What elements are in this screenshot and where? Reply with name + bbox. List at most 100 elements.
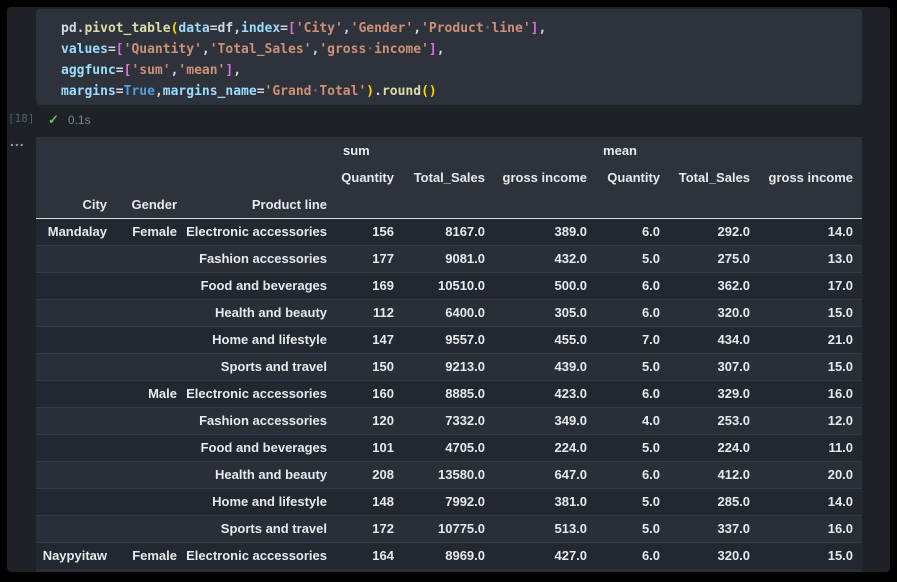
value-cell: 8167.0 xyxy=(403,218,494,245)
value-cell: 5.0 xyxy=(596,245,669,272)
code-line: pd.pivot_table(data=df,index=['City','Ge… xyxy=(61,18,854,39)
pivot-table-header: sum mean Quantity Total_Sales gross inco… xyxy=(36,137,862,218)
column-header-grossincome-mean: gross income xyxy=(759,164,862,191)
execution-count: [18] xyxy=(8,112,35,125)
product-cell: Health and beauty xyxy=(186,299,336,326)
product-cell: Food and beverages xyxy=(186,272,336,299)
city-cell xyxy=(36,326,116,353)
value-cell: 4.0 xyxy=(596,407,669,434)
table-row: Food and beverages1014705.0224.05.0224.0… xyxy=(36,434,862,461)
value-cell: 5.0 xyxy=(596,515,669,542)
gender-cell xyxy=(116,407,186,434)
table-row: Health and beauty1126400.0305.06.0320.01… xyxy=(36,299,862,326)
value-cell: 101 xyxy=(336,434,403,461)
value-cell: 513.0 xyxy=(494,515,596,542)
value-cell: 9081.0 xyxy=(403,245,494,272)
value-cell: 224.0 xyxy=(669,434,759,461)
value-cell: 412.0 xyxy=(669,461,759,488)
value-cell: 349.0 xyxy=(494,407,596,434)
index-header-productline: Product line xyxy=(186,191,336,218)
value-cell: 6.0 xyxy=(596,461,669,488)
product-cell: Electronic accessories xyxy=(186,542,336,569)
value-cell: 285.0 xyxy=(669,488,759,515)
table-row: Fashion accessories1207332.0349.04.0253.… xyxy=(36,407,862,434)
value-cell: 500.0 xyxy=(494,272,596,299)
table-row: NaypyitawFemaleElectronic accessories164… xyxy=(36,542,862,569)
value-cell: 150 xyxy=(336,353,403,380)
value-cell: 10510.0 xyxy=(403,272,494,299)
value-cell: 17.0 xyxy=(759,272,862,299)
agg-group-sum-header: sum xyxy=(336,137,596,164)
notebook-frame: pd.pivot_table(data=df,index=['City','Ge… xyxy=(7,7,890,572)
value-cell: 12.0 xyxy=(759,407,862,434)
value-cell: 164 xyxy=(336,542,403,569)
value-cell: 5.0 xyxy=(596,434,669,461)
table-row: Home and lifestyle1487992.0381.05.0285.0… xyxy=(36,488,862,515)
index-header-gender: Gender xyxy=(116,191,186,218)
value-cell: 14.0 xyxy=(759,488,862,515)
value-cell: 329.0 xyxy=(669,380,759,407)
output-ellipsis-icon[interactable]: ... xyxy=(10,133,25,149)
code-lines: pd.pivot_table(data=df,index=['City','Ge… xyxy=(36,9,862,105)
index-header-city: City xyxy=(36,191,116,218)
code-line: values=['Quantity','Total_Sales','gross·… xyxy=(61,39,854,60)
header-spacer xyxy=(36,164,336,191)
value-cell: 160 xyxy=(336,380,403,407)
value-cell: 6400.0 xyxy=(403,299,494,326)
city-cell xyxy=(36,407,116,434)
table-row: Fashion accessories1779081.0432.05.0275.… xyxy=(36,245,862,272)
city-cell xyxy=(36,515,116,542)
value-cell: 13.0 xyxy=(759,245,862,272)
table-row: Food and beverages16910510.0500.06.0362.… xyxy=(36,272,862,299)
value-cell: 9213.0 xyxy=(403,353,494,380)
value-cell: 8885.0 xyxy=(403,380,494,407)
value-cell: 120 xyxy=(336,407,403,434)
value-cell: 432.0 xyxy=(494,245,596,272)
value-cell: 275.0 xyxy=(669,245,759,272)
success-check-icon: ✓ xyxy=(48,112,59,128)
value-cell: 6.0 xyxy=(596,272,669,299)
gender-cell xyxy=(116,272,186,299)
value-cell: 253.0 xyxy=(669,407,759,434)
value-cell: 6.0 xyxy=(596,299,669,326)
code-line: margins=True,margins_name='Grand·Total')… xyxy=(61,81,854,102)
gender-cell xyxy=(116,245,186,272)
product-cell: Food and beverages xyxy=(186,434,336,461)
table-row: Sports and travel1509213.0439.05.0307.01… xyxy=(36,353,862,380)
value-cell: 147 xyxy=(336,326,403,353)
column-header-totalsales-mean: Total_Sales xyxy=(669,164,759,191)
code-editor[interactable]: pd.pivot_table(data=df,index=['City','Ge… xyxy=(36,9,862,105)
value-cell: 112 xyxy=(336,299,403,326)
code-line: aggfunc=['sum','mean'], xyxy=(61,60,854,81)
gender-cell xyxy=(116,326,186,353)
city-cell: Mandalay xyxy=(36,218,116,245)
value-cell: 148 xyxy=(336,488,403,515)
city-cell xyxy=(36,434,116,461)
value-cell: 21.0 xyxy=(759,326,862,353)
value-cell: 16.0 xyxy=(759,515,862,542)
product-cell: Sports and travel xyxy=(186,515,336,542)
value-cell: 20.0 xyxy=(759,461,862,488)
header-row-index: City Gender Product line xyxy=(36,191,862,218)
gender-cell: Male xyxy=(116,380,186,407)
table-row: MaleElectronic accessories1608885.0423.0… xyxy=(36,380,862,407)
value-cell: 5.0 xyxy=(596,353,669,380)
column-header-grossincome-sum: gross income xyxy=(494,164,596,191)
table-row: MandalayFemaleElectronic accessories1568… xyxy=(36,218,862,245)
value-cell: 455.0 xyxy=(494,326,596,353)
table-row: Sports and travel17210775.0513.05.0337.0… xyxy=(36,515,862,542)
product-cell: Fashion accessories xyxy=(186,245,336,272)
value-cell: 434.0 xyxy=(669,326,759,353)
value-cell: 15.0 xyxy=(759,542,862,569)
product-cell: Electronic accessories xyxy=(186,380,336,407)
header-row-values: Quantity Total_Sales gross income Quanti… xyxy=(36,164,862,191)
value-cell: 389.0 xyxy=(494,218,596,245)
value-cell: 15.0 xyxy=(759,299,862,326)
value-cell: 292.0 xyxy=(669,218,759,245)
value-cell: 7992.0 xyxy=(403,488,494,515)
product-cell: Home and lifestyle xyxy=(186,326,336,353)
column-header-totalsales-sum: Total_Sales xyxy=(403,164,494,191)
value-cell: 208 xyxy=(336,461,403,488)
value-cell: 11.0 xyxy=(759,434,862,461)
agg-group-mean-header: mean xyxy=(596,137,862,164)
